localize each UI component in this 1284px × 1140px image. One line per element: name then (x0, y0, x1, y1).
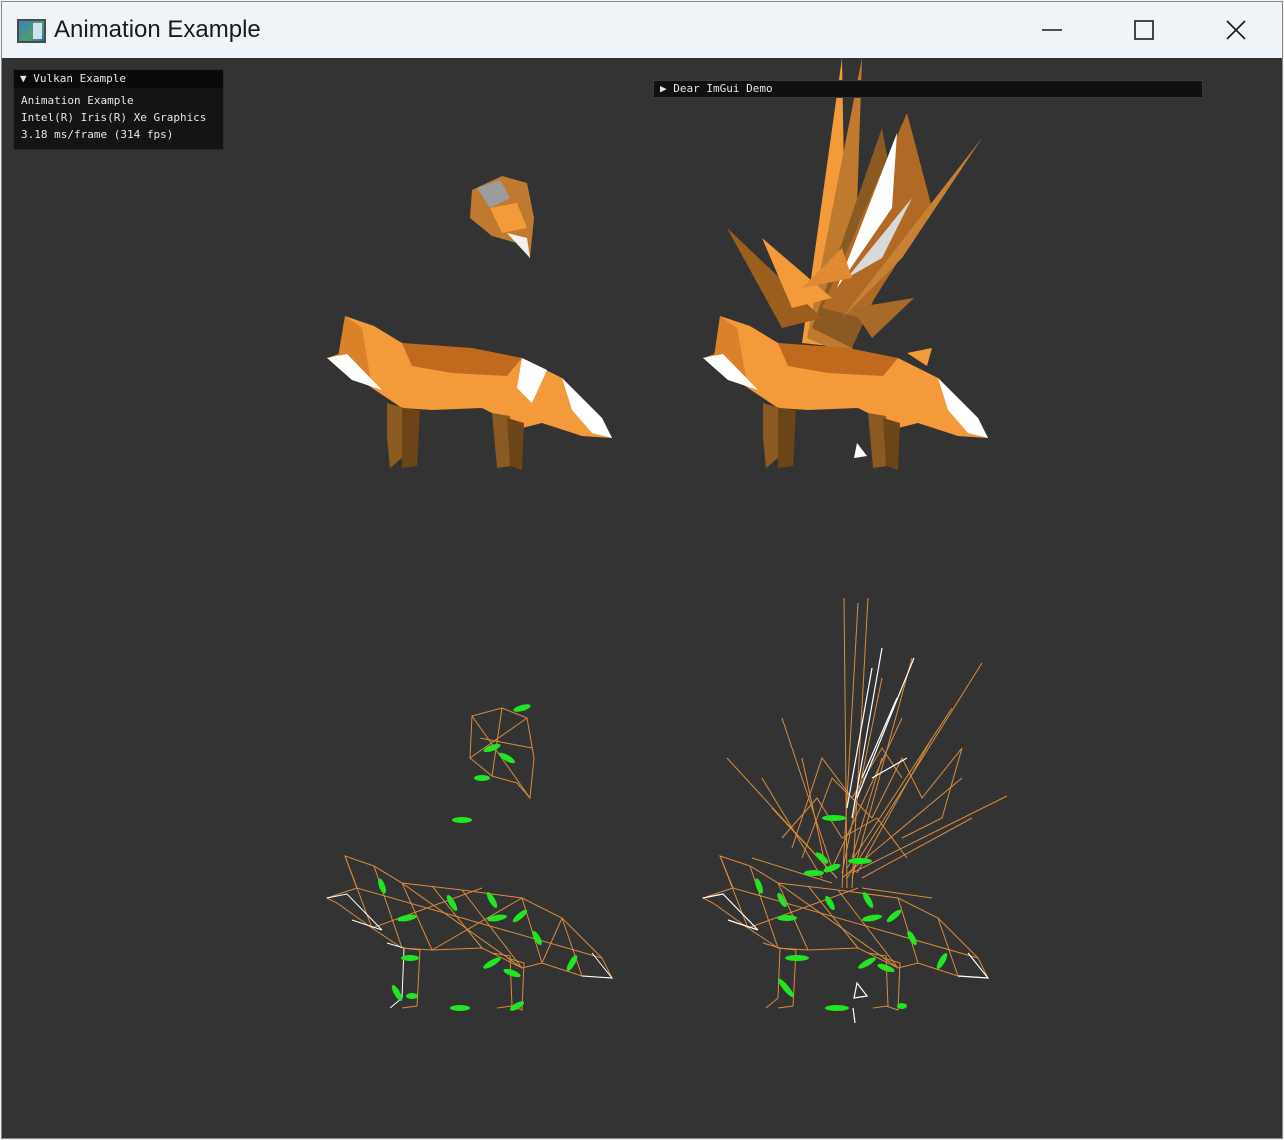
expand-arrow-icon[interactable]: ▶ (660, 82, 667, 95)
vulkan-example-overlay[interactable]: ▼ Vulkan Example Animation Example Intel… (13, 69, 224, 150)
demo-window-title: Dear ImGui Demo (673, 82, 773, 95)
example-name: Animation Example (21, 94, 134, 107)
app-window: Animation Example ▼ Vulkan Example Anima… (1, 1, 1283, 1139)
close-icon (1226, 20, 1246, 40)
overlay-header[interactable]: ▼ Vulkan Example (14, 70, 223, 88)
render-viewport[interactable]: ▼ Vulkan Example Animation Example Intel… (2, 58, 1282, 1138)
collapse-arrow-icon[interactable]: ▼ (20, 72, 27, 85)
scene-canvas (325, 58, 1008, 1024)
maximize-icon (1134, 20, 1154, 40)
close-button[interactable] (1190, 2, 1282, 58)
minimize-button[interactable] (1006, 2, 1098, 58)
joint-markers-left (378, 704, 578, 1011)
title-bar[interactable]: Animation Example (2, 2, 1282, 58)
fox-solid-right (703, 58, 988, 470)
app-icon (17, 19, 46, 43)
gpu-name: Intel(R) Iris(R) Xe Graphics (21, 111, 207, 124)
frame-time: 3.18 ms/frame (314 fps) (21, 128, 174, 141)
imgui-demo-window-collapsed[interactable]: ▶ Dear ImGui Demo (653, 80, 1203, 98)
window-title: Animation Example (54, 16, 261, 43)
overlay-title: Vulkan Example (33, 72, 126, 85)
maximize-button[interactable] (1098, 2, 1190, 58)
minimize-icon (1042, 29, 1062, 31)
joint-markers-right (755, 815, 948, 1011)
fox-solid-left (327, 176, 612, 470)
